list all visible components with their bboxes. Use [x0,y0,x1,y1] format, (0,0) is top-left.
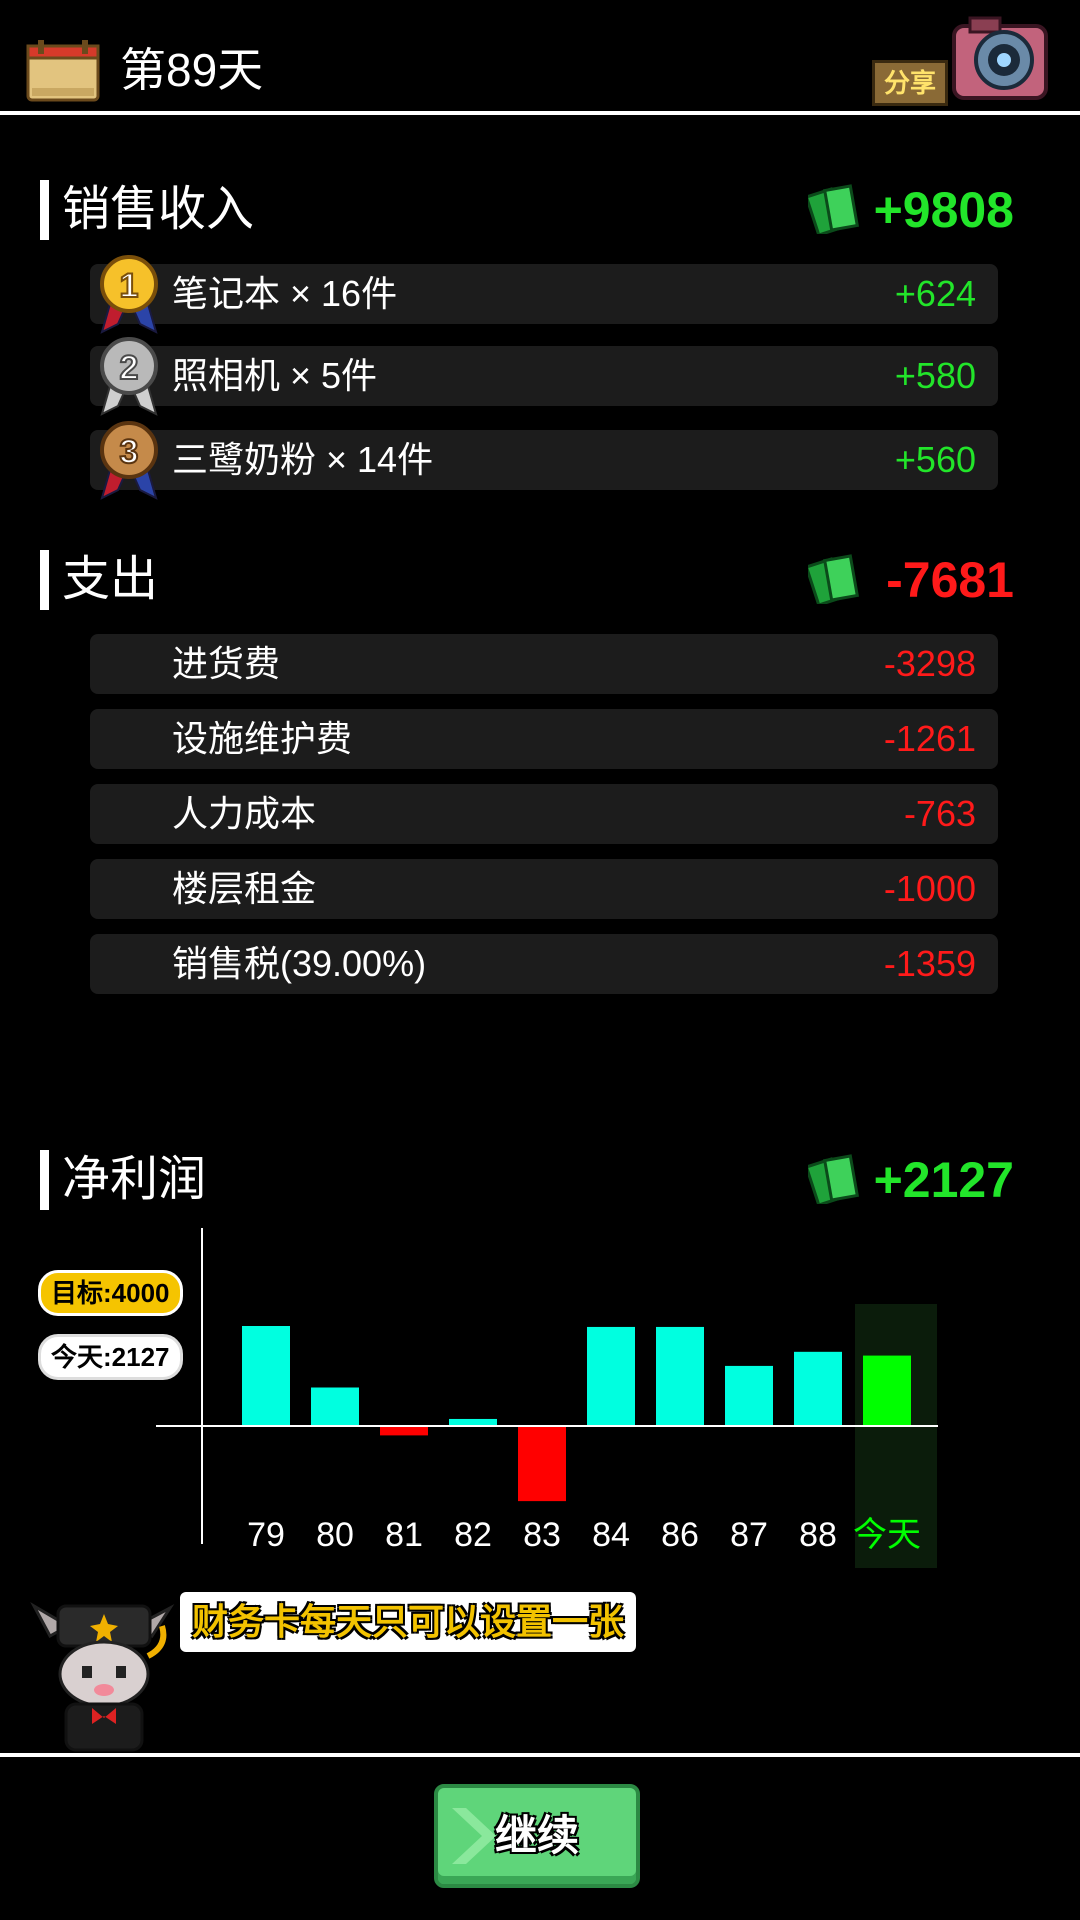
svg-text:1: 1 [120,267,139,305]
item-value: -1000 [883,868,976,909]
bar [449,1418,497,1426]
mascot-avatar [30,1602,175,1752]
x-tick-label: 81 [385,1516,423,1554]
x-tick-label: 今天 [853,1516,921,1554]
section-marker [40,550,49,610]
footer-divider [0,1753,1080,1757]
continue-label: 继续 [494,1812,579,1859]
item-value: +560 [894,439,976,480]
item-value: -1359 [883,943,976,984]
item-label: 三鹭奶粉 × 14件 [172,439,434,480]
income-row: 2 照相机 × 5件 +580 [90,337,998,416]
expense-row: 楼层租金 -1000 [90,859,998,919]
income-row: 1 笔记本 × 16件 +624 [90,255,998,334]
svg-text:3: 3 [120,433,139,471]
item-value: +624 [894,273,976,314]
bar [656,1326,704,1426]
bar [587,1326,635,1426]
profit-title: 净利润 [62,1153,207,1206]
item-value: -1261 [883,718,976,759]
bar [311,1387,359,1426]
item-label: 销售税(39.00%) [172,943,427,984]
expense-row: 进货费 -3298 [90,634,998,694]
item-label: 楼层租金 [172,868,317,909]
bar [380,1426,428,1436]
section-marker [40,180,49,240]
bar [242,1326,290,1426]
header-divider [0,111,1080,115]
section-marker [40,1150,49,1210]
item-label: 设施维护费 [172,718,353,759]
x-tick-label: 88 [799,1516,837,1554]
expense-row: 设施维护费 -1261 [90,709,998,769]
bar [518,1426,566,1502]
x-tick-label: 79 [247,1516,285,1554]
expense-total: -7681 [886,552,1014,608]
bar [794,1351,842,1426]
x-tick-label: 83 [523,1516,561,1554]
bar [863,1355,911,1426]
silver-medal-icon: 2 [100,337,158,416]
expense-row: 人力成本 -763 [90,784,998,844]
bronze-medal-icon: 3 [100,421,158,500]
item-label: 人力成本 [172,793,317,834]
continue-button[interactable]: 继续 [434,1784,640,1888]
item-value: -763 [903,793,976,834]
income-total: +9808 [873,182,1014,238]
item-label: 进货费 [172,643,281,684]
share-button[interactable]: 分享 [870,14,1050,106]
gold-medal-icon: 1 [100,255,158,334]
income-row: 3 三鹭奶粉 × 14件 +560 [90,421,998,500]
item-label: 笔记本 × 16件 [172,273,398,314]
income-title: 销售收入 [62,183,255,236]
x-tick-label: 80 [316,1516,354,1554]
expense-row: 销售税(39.00%) -1359 [90,934,998,994]
svg-text:2: 2 [120,349,139,387]
x-tick-label: 84 [592,1516,630,1554]
expense-title: 支出 [62,553,159,606]
day-title: 第89天 [120,44,264,96]
share-label: 分享 [872,60,948,106]
profit-total: +2127 [873,1152,1014,1208]
calendar-icon [26,40,100,102]
tip-bubble: 财务卡每天只可以设置一张 [180,1592,637,1652]
x-tick-label: 86 [661,1516,699,1554]
item-value: -3298 [883,643,976,684]
item-label: 照相机 × 5件 [172,355,378,396]
x-tick-label: 82 [454,1516,492,1554]
bar [725,1365,773,1426]
x-tick-label: 87 [730,1516,768,1554]
profit-chart: 79 80 81 82 83 84 86 87 88 今天 [156,1228,938,1568]
item-value: +580 [894,355,976,396]
